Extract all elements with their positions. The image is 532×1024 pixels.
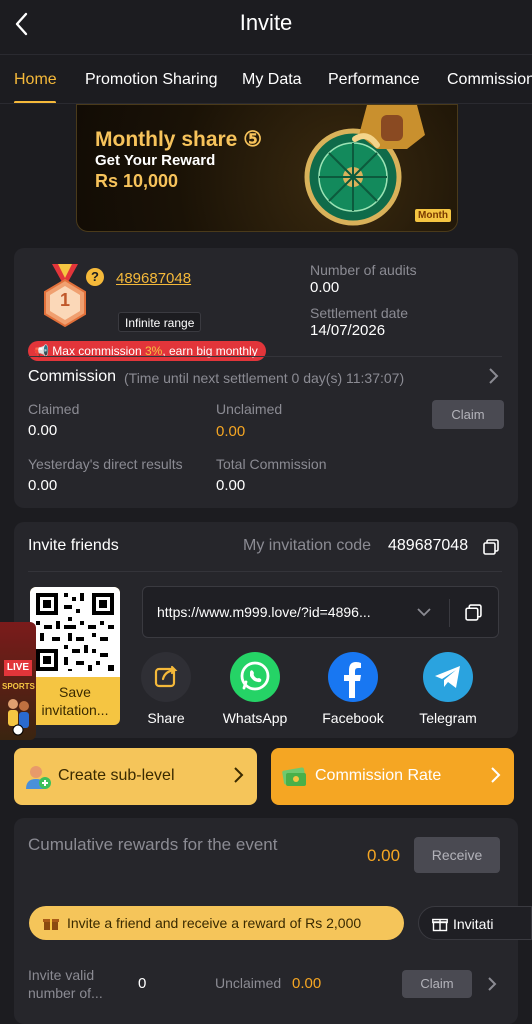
divider — [28, 356, 502, 357]
audits-label: Number of audits — [310, 262, 417, 278]
sports-label: SPORTS — [2, 682, 35, 691]
valid-invites-value: 0 — [138, 975, 147, 992]
chevron-down-icon[interactable] — [415, 599, 433, 625]
invite-reward-text: Invite a friend and receive a reward of … — [67, 915, 362, 931]
whatsapp-label: WhatsApp — [222, 710, 288, 726]
save-invitation-label: Save invitation... — [41, 684, 109, 718]
claimed-label: Claimed — [28, 401, 80, 417]
invitation-code-value: 489687048 — [388, 537, 469, 554]
claimed-value: 0.00 — [28, 422, 58, 439]
whatsapp-icon — [230, 652, 280, 702]
money-icon — [282, 767, 306, 786]
audits-value: 0.00 — [310, 279, 340, 296]
cumulative-rewards-value: 0.00 — [367, 846, 401, 865]
total-commission-label: Total Commission — [216, 456, 327, 472]
invite-url-text: https://www.m999.love/?id=4896... — [157, 604, 371, 620]
user-id[interactable]: 489687048 — [116, 270, 191, 287]
create-sub-level-button[interactable]: Create sub-level — [14, 748, 257, 805]
qr-code-icon — [30, 587, 120, 677]
gift-icon — [43, 919, 59, 930]
promo-banner[interactable]: Monthly share ⑤ Get Your Reward Rs 10,00… — [76, 104, 458, 232]
whatsapp-button[interactable]: WhatsApp — [215, 652, 295, 726]
copy-url-icon[interactable] — [465, 604, 482, 621]
page-title: Invite — [239, 10, 293, 35]
settlement-value: 14/07/2026 — [310, 322, 386, 339]
athletes-icon — [8, 699, 29, 736]
divider — [28, 571, 502, 572]
invitation-code-label: My invitation code — [243, 537, 372, 554]
event-unclaimed-label: Unclaimed — [215, 975, 282, 991]
banner-headline: Monthly share ⑤ — [95, 128, 263, 151]
facebook-button[interactable]: Facebook — [313, 652, 393, 726]
live-badge: LIVE — [4, 660, 32, 676]
share-icon — [141, 652, 191, 702]
settlement-label: Settlement date — [310, 305, 409, 321]
share-label: Share — [147, 710, 185, 726]
tab-home[interactable]: Home — [14, 71, 57, 89]
receive-button[interactable]: Receive — [414, 837, 500, 873]
app-header: Invite — [0, 0, 532, 52]
banner-amount: Rs 10,000 — [95, 171, 179, 191]
telegram-icon — [423, 652, 473, 702]
range-badge: Infinite range — [118, 312, 202, 332]
telegram-button[interactable]: Telegram — [408, 652, 488, 726]
total-commission-value: 0.00 — [216, 477, 246, 494]
tab-my-data[interactable]: My Data — [242, 71, 302, 89]
save-invitation-qr[interactable]: Save invitation... — [30, 587, 120, 725]
commission-title[interactable]: Commission — [28, 368, 116, 386]
tab-active-indicator — [14, 101, 56, 103]
invitation-tab-button[interactable]: Invitati — [418, 906, 532, 940]
pharaoh-figure-icon — [352, 105, 425, 149]
invite-friends-title: Invite friends — [28, 537, 119, 554]
live-sports-ad[interactable]: LIVE SPORTS — [0, 622, 36, 740]
level-number: 1 — [59, 290, 70, 310]
claim-commission-button[interactable]: Claim — [432, 400, 504, 429]
settlement-countdown: (Time until next settlement 0 day(s) 11:… — [124, 370, 405, 386]
commission-chevron-icon[interactable] — [488, 366, 500, 392]
add-user-icon — [26, 766, 51, 789]
gift-icon — [432, 918, 448, 932]
commission-rate-label: Commission Rate — [315, 767, 442, 784]
tab-promotion-sharing[interactable]: Promotion Sharing — [85, 71, 218, 89]
share-button[interactable]: Share — [126, 652, 206, 726]
tab-performance[interactable]: Performance — [328, 71, 420, 89]
facebook-label: Facebook — [322, 710, 384, 726]
yesterday-label: Yesterday's direct results — [28, 456, 183, 472]
chevron-right-icon — [234, 767, 244, 783]
divider — [449, 599, 450, 627]
invite-reward-banner[interactable]: Invite a friend and receive a reward of … — [29, 906, 404, 940]
claim-event-button[interactable]: Claim — [402, 970, 472, 998]
invite-url-select[interactable]: https://www.m999.love/?id=4896... — [142, 586, 499, 638]
chevron-right-icon[interactable] — [486, 975, 498, 993]
valid-invites-label: Invite valid number of... — [28, 967, 103, 1001]
unclaimed-label: Unclaimed — [216, 401, 283, 417]
create-sub-level-label: Create sub-level — [58, 767, 175, 784]
invitation-tab-label: Invitati — [453, 916, 494, 932]
month-tag: Month — [415, 209, 451, 222]
tab-bar: Home Promotion Sharing My Data Performan… — [0, 54, 532, 104]
facebook-icon — [328, 652, 378, 702]
cumulative-rewards-title: Cumulative rewards for the event — [28, 835, 278, 854]
copy-code-icon[interactable] — [483, 539, 499, 555]
chevron-right-icon — [491, 767, 501, 783]
commission-rate-button[interactable]: Commission Rate — [271, 748, 514, 805]
event-unclaimed-value: 0.00 — [292, 975, 322, 992]
unclaimed-value: 0.00 — [216, 423, 246, 440]
max-commission-badge: 📢 Max commission 3%, earn big monthly — [28, 341, 266, 361]
telegram-label: Telegram — [419, 710, 477, 726]
banner-subline: Get Your Reward — [95, 152, 216, 169]
yesterday-value: 0.00 — [28, 477, 58, 494]
help-icon[interactable]: ? — [86, 268, 104, 286]
tab-commission[interactable]: Commission — [447, 71, 532, 89]
